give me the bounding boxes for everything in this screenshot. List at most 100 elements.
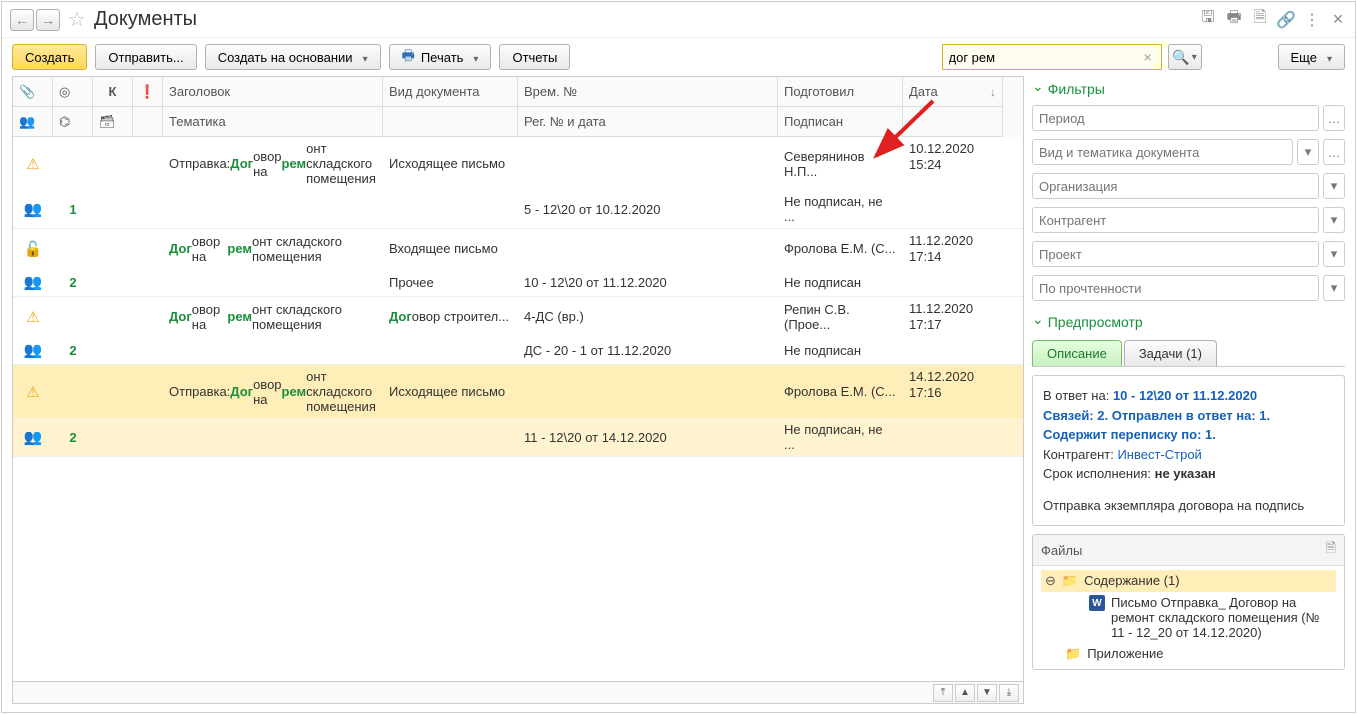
row-signed: Не подписан, не ...	[778, 418, 903, 456]
preview-contractor-label: Контрагент:	[1043, 447, 1117, 462]
save-icon[interactable]: 🖫	[1199, 11, 1217, 29]
search-button[interactable]: 🔍▾	[1168, 44, 1202, 70]
col-prepared[interactable]: Подготовил	[778, 77, 903, 107]
row-num: 1	[53, 190, 93, 228]
preview-contractor-link[interactable]: Инвест-Строй	[1117, 447, 1201, 462]
table-nav-down[interactable]: ▼	[977, 684, 997, 702]
row-title: Договор на ремонт складского помещения	[163, 297, 383, 336]
create-on-basis-button[interactable]: Создать на основании	[205, 44, 381, 70]
create-button[interactable]: Создать	[12, 44, 87, 70]
col2-groups-icon[interactable]: 👥	[13, 107, 53, 137]
link-icon[interactable]: 🔗	[1277, 11, 1295, 29]
tree-content-label: Содержание (1)	[1084, 573, 1179, 588]
col-temp-no[interactable]: Врем. №	[518, 77, 778, 107]
preview-section-title[interactable]: Предпросмотр	[1032, 313, 1345, 330]
table-nav-up[interactable]: ▲	[955, 684, 975, 702]
send-button[interactable]: Отправить...	[95, 44, 196, 70]
row-reg-no: 5 - 12\20 от 10.12.2020	[518, 190, 778, 228]
row-num: 2	[53, 336, 93, 364]
row-topic	[383, 336, 518, 364]
col2-empty	[133, 107, 163, 137]
row-title: Отправка: Договор на ремонт складского п…	[163, 365, 383, 418]
kebab-icon[interactable]: ⋮	[1303, 11, 1321, 29]
reports-button[interactable]: Отчеты	[499, 44, 570, 70]
nav-forward[interactable]: →	[36, 9, 60, 31]
row-temp-no: 4-ДС (вр.)	[518, 297, 778, 336]
search-input[interactable]	[942, 44, 1162, 70]
star-icon[interactable]: ☆	[68, 7, 86, 32]
filter-contractor-dd[interactable]: ▾	[1323, 207, 1345, 233]
search-clear-icon[interactable]: ×	[1144, 49, 1158, 65]
filter-read-dd[interactable]: ▾	[1323, 275, 1345, 301]
row-title: Договор на ремонт складского помещения	[163, 229, 383, 268]
filter-period-picker[interactable]: …	[1323, 105, 1345, 131]
print-label: Печать	[421, 50, 464, 65]
row-temp-no	[518, 137, 778, 190]
col-date2	[903, 107, 1003, 137]
filter-project[interactable]	[1032, 241, 1319, 267]
filter-org[interactable]	[1032, 173, 1319, 199]
col-reg-no[interactable]: Рег. № и дата	[518, 107, 778, 137]
folder-icon: 📁	[1065, 646, 1081, 662]
row-doc-type: Исходящее письмо	[383, 137, 518, 190]
tree-folder-attach[interactable]: 📁 Приложение	[1041, 643, 1336, 665]
filter-read[interactable]	[1032, 275, 1319, 301]
preview-reply-link[interactable]: 10 - 12\20 от 11.12.2020	[1113, 388, 1257, 403]
col-title[interactable]: Заголовок	[163, 77, 383, 107]
preview-deadline: не указан	[1155, 466, 1216, 481]
table-nav-first[interactable]: ⤒	[933, 684, 953, 702]
col-status-icon[interactable]: ◎	[53, 77, 93, 107]
files-panel: Файлы 🗎 ⊖ 📁 Содержание (1) W Письмо Отпр…	[1032, 534, 1345, 670]
row-topic: Прочее	[383, 268, 518, 296]
col-doc-type[interactable]: Вид документа	[383, 77, 518, 107]
table-row[interactable]: ⚠ Договор на ремонт складского помещения Д…	[13, 297, 1023, 365]
col-topic[interactable]: Тематика	[163, 107, 383, 137]
filter-kind-picker[interactable]: …	[1323, 139, 1345, 165]
filters-section-title[interactable]: Фильтры	[1032, 80, 1345, 97]
row-group-icon: 👥	[13, 268, 53, 296]
filter-contractor[interactable]	[1032, 207, 1319, 233]
preview-relations[interactable]: Связей: 2. Отправлен в ответ на: 1. Соде…	[1043, 406, 1334, 445]
nav-back[interactable]: ←	[10, 9, 34, 31]
more-button[interactable]: Еще	[1278, 44, 1345, 70]
tab-description[interactable]: Описание	[1032, 340, 1122, 366]
filter-org-dd[interactable]: ▾	[1323, 173, 1345, 199]
col-flag-icon[interactable]: ❗	[133, 77, 163, 107]
row-reg-no: ДС - 20 - 1 от 11.12.2020	[518, 336, 778, 364]
files-view-icon[interactable]: 🗎	[1326, 539, 1336, 561]
col-k[interactable]: К	[93, 77, 133, 107]
tree-file-doc[interactable]: W Письмо Отправка_ Договор на ремонт скл…	[1041, 592, 1336, 643]
row-topic	[383, 418, 518, 456]
preview-body: Отправка экземпляра договора на подпись	[1043, 496, 1334, 516]
filter-project-dd[interactable]: ▾	[1323, 241, 1345, 267]
col-signed[interactable]: Подписан	[778, 107, 903, 137]
col2-tree-icon[interactable]: ⌬	[53, 107, 93, 137]
row-title: Отправка: Договор на ремонт складского п…	[163, 137, 383, 190]
preview-box: В ответ на: 10 - 12\20 от 11.12.2020 Свя…	[1032, 375, 1345, 526]
row-reg-no: 11 - 12\20 от 14.12.2020	[518, 418, 778, 456]
col-date[interactable]: Дата↓	[903, 77, 1003, 107]
table-row[interactable]: 🔓Договор на ремонт складского помещенияВ…	[13, 229, 1023, 297]
print-icon[interactable]: 🖶	[1225, 11, 1243, 29]
filter-kind-dd[interactable]: ▾	[1297, 139, 1319, 165]
preview-reply-label: В ответ на:	[1043, 388, 1113, 403]
col2-card-icon[interactable]: 🗃	[93, 107, 133, 137]
tab-tasks[interactable]: Задачи (1)	[1124, 340, 1217, 366]
filter-period[interactable]	[1032, 105, 1319, 131]
row-prepared: Фролова Е.М. (С...	[778, 229, 903, 268]
row-signed: Не подписан, не ...	[778, 190, 903, 228]
row-doc-type: Исходящее письмо	[383, 365, 518, 418]
print-button[interactable]: 🖶Печать	[389, 44, 492, 70]
table-row[interactable]: ⚠Отправка: Договор на ремонт складского …	[13, 365, 1023, 457]
table-row[interactable]: ⚠Отправка: Договор на ремонт складского …	[13, 137, 1023, 229]
row-temp-no	[518, 365, 778, 418]
close-icon[interactable]: ×	[1329, 11, 1347, 29]
row-prepared: Северянинов Н.П...	[778, 137, 903, 190]
preview-icon[interactable]: 🗎	[1251, 11, 1269, 29]
row-status-icon: ⚠	[13, 297, 53, 336]
table-nav-last[interactable]: ⤓	[999, 684, 1019, 702]
filter-kind[interactable]	[1032, 139, 1293, 165]
col-attach-icon[interactable]: 📎	[13, 77, 53, 107]
tree-folder-content[interactable]: ⊖ 📁 Содержание (1)	[1041, 570, 1336, 592]
folder-icon: 📁	[1062, 573, 1078, 589]
